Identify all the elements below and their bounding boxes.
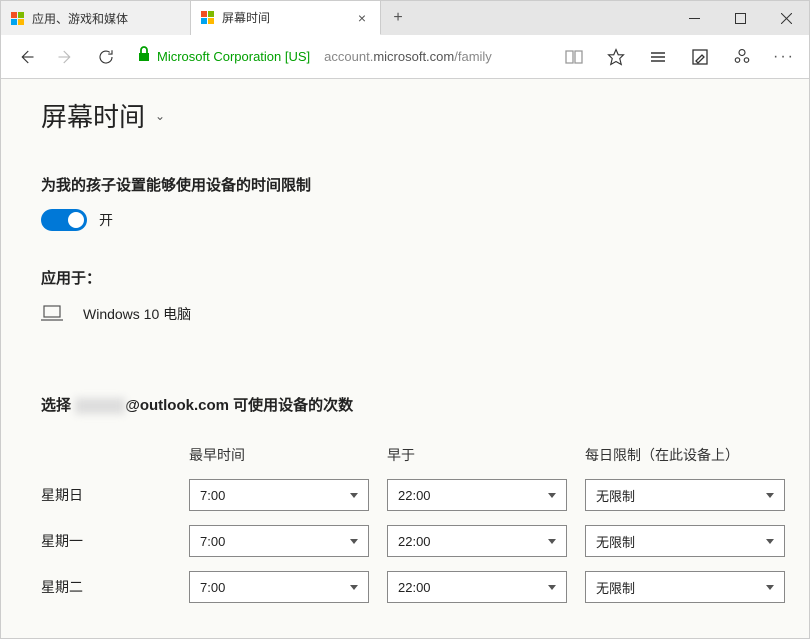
- back-button[interactable]: [7, 38, 45, 76]
- refresh-button[interactable]: [87, 38, 125, 76]
- limit-select[interactable]: 无限制: [585, 479, 785, 511]
- device-row: Windows 10 电脑: [41, 304, 769, 324]
- laptop-icon: [41, 305, 63, 324]
- day-label: 星期日: [41, 485, 171, 505]
- share-icon[interactable]: [723, 38, 761, 76]
- ms-logo-icon: [11, 12, 24, 25]
- schedule-heading: 选择 @outlook.com 可使用设备的次数: [41, 394, 769, 415]
- limit-select[interactable]: 无限制: [585, 571, 785, 603]
- chevron-down-icon: ⌄: [155, 109, 165, 123]
- minimize-button[interactable]: [671, 1, 717, 35]
- from-select[interactable]: 7:00: [189, 525, 369, 557]
- address-bar[interactable]: Microsoft Corporation [US] account.micro…: [137, 46, 492, 67]
- col-latest: 早于: [387, 445, 567, 465]
- to-select[interactable]: 22:00: [387, 571, 567, 603]
- tab-close-icon[interactable]: ×: [354, 10, 370, 26]
- forward-button[interactable]: [47, 38, 85, 76]
- col-earliest: 最早时间: [189, 445, 369, 465]
- new-tab-button[interactable]: +: [381, 1, 415, 35]
- from-select[interactable]: 7:00: [189, 479, 369, 511]
- day-label: 星期一: [41, 531, 171, 551]
- lock-icon: [137, 46, 151, 67]
- navigation-bar: Microsoft Corporation [US] account.micro…: [1, 35, 809, 79]
- tab-bar: 应用、游戏和媒体 屏幕时间 × +: [1, 1, 809, 35]
- tab-apps-games[interactable]: 应用、游戏和媒体: [1, 1, 191, 35]
- toggle-state-label: 开: [99, 210, 113, 230]
- certificate-name: Microsoft Corporation [US]: [157, 49, 310, 64]
- ms-logo-icon: [201, 11, 214, 24]
- page-content: 屏幕时间 ⌄ 为我的孩子设置能够使用设备的时间限制 开 应用于： Windows…: [1, 79, 809, 638]
- limits-toggle[interactable]: [41, 209, 87, 231]
- from-select[interactable]: 7:00: [189, 571, 369, 603]
- tab-title: 应用、游戏和媒体: [32, 10, 180, 27]
- tab-title: 屏幕时间: [222, 9, 346, 26]
- schedule-grid: 最早时间 早于 每日限制（在此设备上） 星期日 7:00 22:00 无限制 星…: [41, 445, 769, 603]
- to-select[interactable]: 22:00: [387, 479, 567, 511]
- page-title[interactable]: 屏幕时间 ⌄: [41, 97, 769, 134]
- col-daily-limit: 每日限制（在此设备上）: [585, 445, 785, 465]
- device-name: Windows 10 电脑: [83, 304, 191, 324]
- limit-select[interactable]: 无限制: [585, 525, 785, 557]
- to-select[interactable]: 22:00: [387, 525, 567, 557]
- applies-heading: 应用于：: [41, 267, 769, 288]
- reading-view-icon[interactable]: [555, 38, 593, 76]
- more-icon[interactable]: ···: [765, 38, 803, 76]
- close-button[interactable]: [763, 1, 809, 35]
- hub-icon[interactable]: [639, 38, 677, 76]
- redacted-username: [75, 398, 125, 414]
- tab-screen-time[interactable]: 屏幕时间 ×: [191, 1, 381, 35]
- favorite-icon[interactable]: [597, 38, 635, 76]
- url-display: account.microsoft.com/family: [324, 49, 492, 64]
- day-label: 星期二: [41, 577, 171, 597]
- window-controls: [671, 1, 809, 35]
- limits-heading: 为我的孩子设置能够使用设备的时间限制: [41, 174, 769, 195]
- maximize-button[interactable]: [717, 1, 763, 35]
- notes-icon[interactable]: [681, 38, 719, 76]
